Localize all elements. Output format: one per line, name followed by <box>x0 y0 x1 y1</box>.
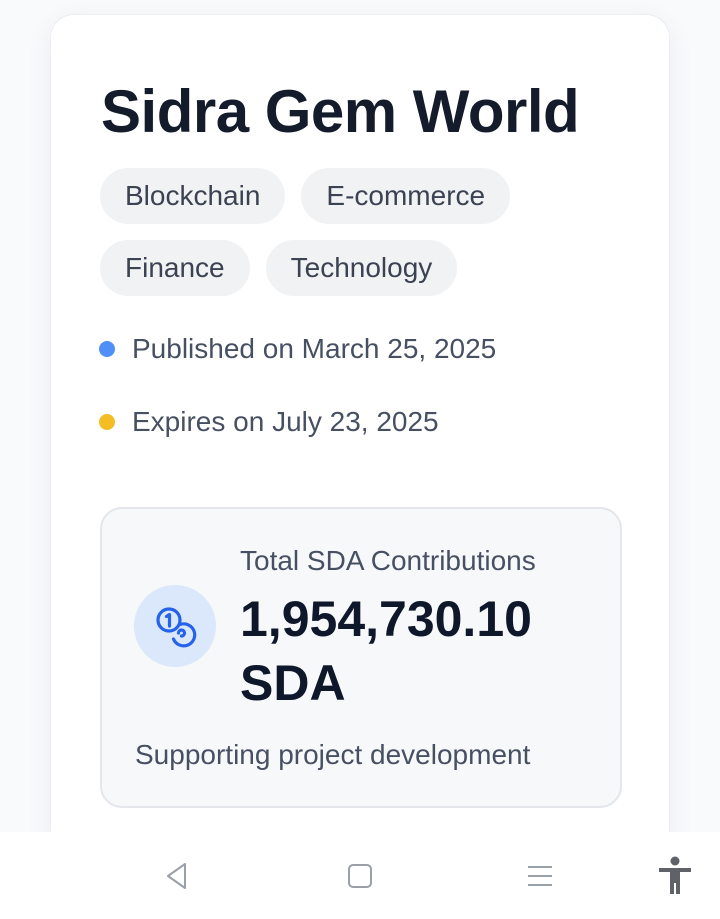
published-status-dot <box>99 341 115 357</box>
coins-icon <box>134 585 216 667</box>
tag-chip[interactable]: E-commerce <box>301 168 511 224</box>
accessibility-icon <box>659 856 691 894</box>
expiry-date: Expires on July 23, 2025 <box>99 406 439 438</box>
tag-list: Blockchain E-commerce Finance Technology <box>100 168 640 312</box>
home-icon <box>348 863 372 888</box>
tag-chip[interactable]: Technology <box>265 240 458 296</box>
expiry-status-dot <box>99 414 115 430</box>
accessibility-button[interactable] <box>635 832 715 919</box>
expiry-date-text: Expires on July 23, 2025 <box>132 406 439 437</box>
back-button[interactable] <box>137 832 217 919</box>
contributions-label: Total SDA Contributions <box>240 545 536 576</box>
system-navigation-bar <box>0 832 720 919</box>
screen: Sidra Gem World Blockchain E-commerce Fi… <box>0 0 720 919</box>
published-date: Published on March 25, 2025 <box>99 333 496 365</box>
recents-icon <box>528 865 552 886</box>
published-date-text: Published on March 25, 2025 <box>132 333 497 364</box>
page-title: Sidra Gem World <box>101 78 580 145</box>
home-button[interactable] <box>320 832 400 919</box>
back-icon <box>167 862 186 889</box>
contributions-panel: Total SDA Contributions 1,954,730.10 SDA… <box>100 507 622 808</box>
recents-button[interactable] <box>500 832 580 919</box>
tag-chip[interactable]: Blockchain <box>100 168 286 224</box>
tag-chip[interactable]: Finance <box>100 240 250 296</box>
contributions-value: 1,954,730.10 SDA <box>240 591 532 711</box>
contributions-subtitle: Supporting project development <box>135 739 531 770</box>
project-card: Sidra Gem World Blockchain E-commerce Fi… <box>50 14 670 854</box>
